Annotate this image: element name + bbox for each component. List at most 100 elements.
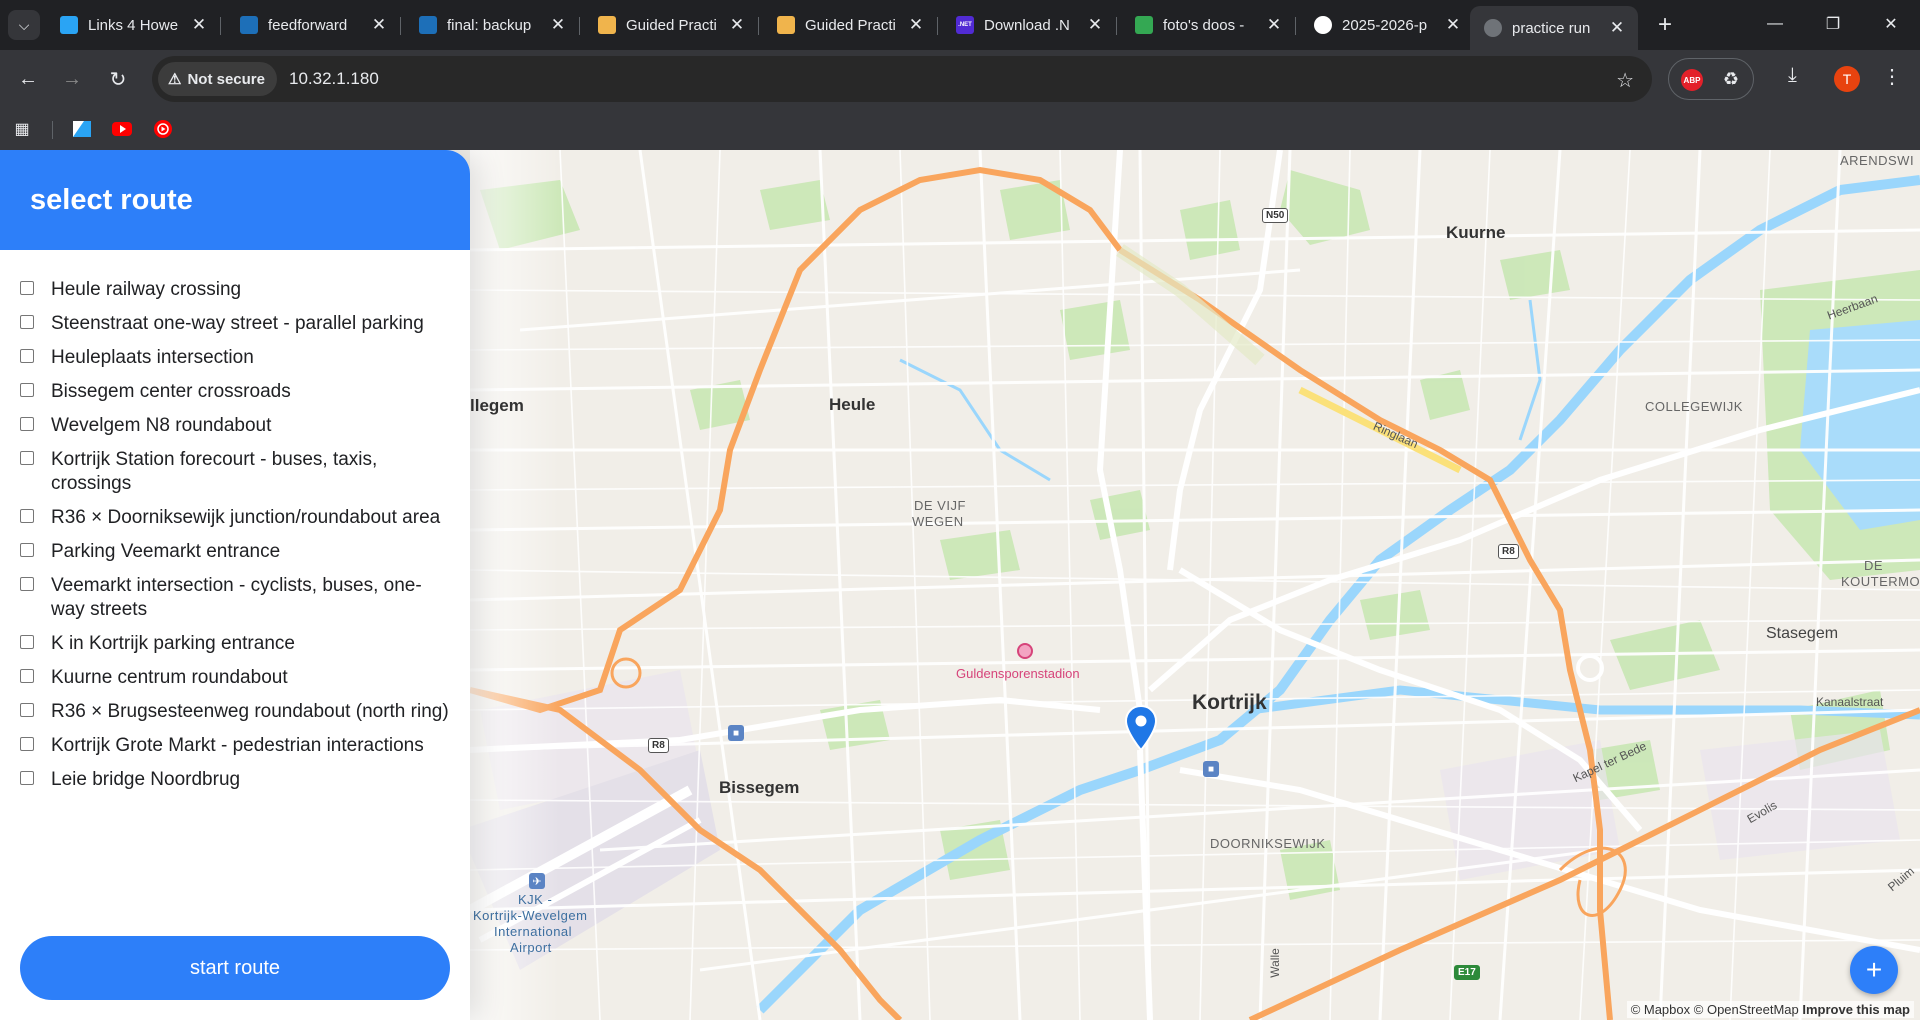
tab-separator	[1295, 17, 1296, 35]
route-item[interactable]: Kortrijk Grote Markt - pedestrian intera…	[20, 734, 450, 758]
security-label: Not secure	[187, 70, 265, 88]
reload-button[interactable]: ↻	[102, 63, 134, 95]
add-button[interactable]: +	[1850, 946, 1898, 994]
close-tab-icon[interactable]: ✕	[726, 14, 748, 36]
tab-separator	[1116, 17, 1117, 35]
site-security-chip[interactable]: ⚠ Not secure	[158, 62, 277, 96]
route-item[interactable]: Parking Veemarkt entrance	[20, 540, 450, 564]
route-label: Wevelgem N8 roundabout	[51, 415, 272, 436]
route-item[interactable]: Heule railway crossing	[20, 278, 450, 302]
browser-tab[interactable]: practice run ✕	[1470, 6, 1638, 50]
route-checkbox[interactable]	[20, 669, 34, 683]
route-item[interactable]: R36 × Brugsesteenweg roundabout (north r…	[20, 700, 450, 724]
route-label: Steenstraat one-way street - parallel pa…	[51, 313, 424, 334]
road-shield-n50: N50	[1262, 208, 1289, 223]
osm-attribution[interactable]: © OpenStreetMap	[1694, 1002, 1799, 1017]
route-item[interactable]: Heuleplaats intersection	[20, 346, 450, 370]
road-shield-e17: E17	[1454, 965, 1480, 980]
route-item[interactable]: R36 × Doorniksewijk junction/roundabout …	[20, 506, 450, 530]
minimize-icon: —	[1767, 15, 1783, 32]
minimize-button[interactable]: —	[1746, 0, 1804, 48]
route-label: Kortrijk Grote Markt - pedestrian intera…	[51, 735, 424, 756]
route-checkbox[interactable]	[20, 635, 34, 649]
route-item[interactable]: Kortrijk Station forecourt - buses, taxi…	[20, 448, 450, 496]
close-window-button[interactable]: ✕	[1862, 0, 1920, 48]
mapbox-attribution[interactable]: © Mapbox	[1631, 1002, 1690, 1017]
route-checkbox[interactable]	[20, 509, 34, 523]
route-checkbox[interactable]	[20, 315, 34, 329]
route-checkbox[interactable]	[20, 451, 34, 465]
panel-title: select route	[0, 150, 470, 250]
location-pin-icon[interactable]	[1124, 704, 1158, 752]
map-label-arendswi: ARENDSWI	[1840, 153, 1915, 168]
browser-tab[interactable]: 2025-2026-p ✕	[1300, 6, 1474, 44]
back-button[interactable]: ←	[12, 63, 44, 95]
route-item[interactable]: Wevelgem N8 roundabout	[20, 414, 450, 438]
map-attribution: © Mapbox © OpenStreetMap Improve this ma…	[1626, 1001, 1914, 1018]
tab-title: Guided Practi	[805, 16, 896, 34]
bookmarks-bar: ▦	[0, 108, 1920, 150]
route-item[interactable]: Bissegem center crossroads	[20, 380, 450, 404]
map-label-de: DE	[1864, 558, 1884, 573]
download-icon[interactable]: ⤓	[1788, 64, 1797, 87]
route-item[interactable]: K in Kortrijk parking entrance	[20, 632, 450, 656]
tab-separator	[937, 17, 938, 35]
kebab-menu-icon[interactable]: ⋮	[1882, 64, 1902, 89]
restore-icon: ❐	[1825, 16, 1841, 33]
browser-tab[interactable]: Guided Practi ✕	[763, 6, 938, 44]
route-checkbox[interactable]	[20, 417, 34, 431]
close-tab-icon[interactable]: ✕	[368, 14, 390, 36]
route-checkbox[interactable]	[20, 543, 34, 557]
route-item[interactable]: Leie bridge Noordbrug	[20, 768, 450, 792]
close-tab-icon[interactable]: ✕	[188, 14, 210, 36]
bookmark-sheets-icon[interactable]	[72, 119, 92, 139]
browser-tab[interactable]: foto's doos - ✕	[1121, 6, 1296, 44]
route-label: Kortrijk Station forecourt - buses, taxi…	[51, 449, 378, 494]
plus-icon: +	[1657, 11, 1672, 38]
close-tab-icon[interactable]: ✕	[547, 14, 569, 36]
close-tab-icon[interactable]: ✕	[905, 14, 927, 36]
browser-tab[interactable]: Links 4 Howe ✕	[46, 6, 221, 44]
close-tab-icon[interactable]: ✕	[1263, 14, 1285, 36]
bookmark-star-icon[interactable]: ☆	[1616, 68, 1634, 93]
improve-map-link[interactable]: Improve this map	[1802, 1002, 1910, 1017]
browser-tab[interactable]: final: backup ✕	[405, 6, 580, 44]
route-checkbox[interactable]	[20, 703, 34, 717]
globe-icon	[1484, 19, 1502, 37]
youtube-icon[interactable]	[112, 119, 132, 139]
adblock-plus-icon[interactable]: ABP	[1681, 69, 1703, 91]
route-item[interactable]: Veemarkt intersection - cyclists, buses,…	[20, 574, 450, 622]
browser-tab[interactable]: feedforward ✕	[226, 6, 401, 44]
route-checkbox[interactable]	[20, 281, 34, 295]
forward-button[interactable]: →	[56, 63, 88, 95]
route-checkbox[interactable]	[20, 737, 34, 751]
route-checkbox[interactable]	[20, 771, 34, 785]
browser-tab[interactable]: .NET Download .N ✕	[942, 6, 1117, 44]
tab-title: Guided Practi	[626, 16, 717, 34]
route-item[interactable]: Kuurne centrum roundabout	[20, 666, 450, 690]
address-bar[interactable]: ⚠ Not secure 10.32.1.180 ☆	[152, 56, 1652, 102]
close-tab-icon[interactable]: ✕	[1442, 14, 1464, 36]
route-checkbox[interactable]	[20, 577, 34, 591]
start-route-button[interactable]: start route	[20, 936, 450, 1000]
route-checkbox[interactable]	[20, 383, 34, 397]
close-tab-icon[interactable]: ✕	[1606, 17, 1628, 39]
profile-avatar[interactable]: T	[1834, 66, 1860, 92]
url-text[interactable]: 10.32.1.180	[289, 69, 379, 89]
warning-triangle-icon: ⚠	[168, 71, 182, 88]
tab-title: Download .N	[984, 16, 1070, 34]
tab-search-button[interactable]: ⌵	[8, 10, 40, 40]
restore-button[interactable]: ❐	[1804, 0, 1862, 48]
route-checkbox[interactable]	[20, 349, 34, 363]
route-item[interactable]: Steenstraat one-way street - parallel pa…	[20, 312, 450, 336]
extensions-puzzle-icon[interactable]: ♻	[1719, 67, 1743, 91]
map-label-guldensporenstadion: Guldensporenstadion	[956, 666, 1080, 681]
guided-practice-icon	[598, 16, 616, 34]
close-tab-icon[interactable]: ✕	[1084, 14, 1106, 36]
apps-grid-icon[interactable]: ▦	[12, 119, 32, 139]
new-tab-button[interactable]: +	[1650, 10, 1680, 40]
bus-stop-icon: ■	[1203, 761, 1219, 777]
youtube-music-icon[interactable]	[153, 119, 173, 139]
route-label: Leie bridge Noordbrug	[51, 769, 241, 790]
browser-tab[interactable]: Guided Practi ✕	[584, 6, 759, 44]
